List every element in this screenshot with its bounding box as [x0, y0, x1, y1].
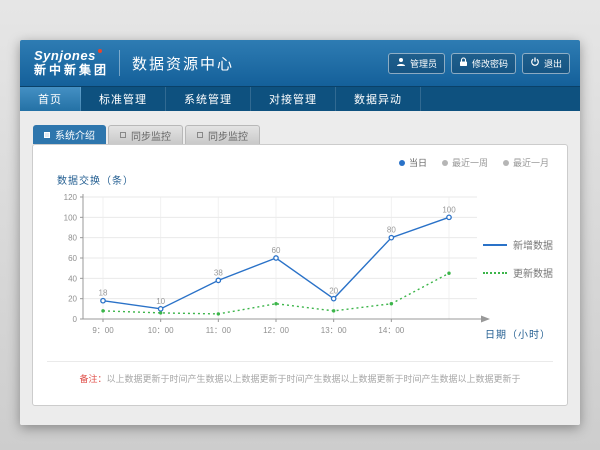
- tab-label: 同步监控: [208, 128, 248, 143]
- svg-text:80: 80: [387, 226, 396, 235]
- svg-text:14：00: 14：00: [378, 326, 404, 335]
- nav-item-system[interactable]: 系统管理: [166, 87, 251, 111]
- admin-button-label: 管理员: [410, 57, 437, 70]
- tab-system-intro[interactable]: 系统介绍: [33, 125, 106, 144]
- filter-dot-icon: [503, 160, 509, 166]
- app-window: Synjones 新中新集团 数据资源中心 管理员 修改密码 退出 首页 标准管…: [20, 40, 580, 425]
- series-label: 新增数据: [513, 237, 553, 252]
- footnote: 备注：以上数据更新于时间产生数据以上数据更新于时间产生数据以上数据更新于时间产生…: [51, 372, 549, 385]
- power-icon: [530, 57, 540, 69]
- tab-sync-monitor-1[interactable]: 同步监控: [108, 125, 183, 144]
- svg-text:60: 60: [68, 254, 77, 263]
- tab-bar: 系统介绍 同步监控 同步监控: [33, 125, 260, 144]
- tab-label: 同步监控: [131, 128, 171, 143]
- svg-text:18: 18: [99, 289, 108, 298]
- svg-text:100: 100: [442, 205, 456, 214]
- tab-icon: [120, 132, 126, 138]
- logout-button-label: 退出: [544, 57, 562, 70]
- nav-item-home[interactable]: 首页: [20, 87, 81, 111]
- tab-icon: [197, 132, 203, 138]
- user-icon: [396, 57, 406, 69]
- footnote-text: 以上数据更新于时间产生数据以上数据更新于时间产生数据以上数据更新于时间产生数据以…: [107, 374, 521, 384]
- nav-item-standards[interactable]: 标准管理: [81, 87, 166, 111]
- svg-text:0: 0: [73, 315, 78, 324]
- filter-label: 当日: [409, 156, 427, 169]
- company-name: 新中新集团: [34, 64, 109, 78]
- svg-text:9：00: 9：00: [92, 326, 114, 335]
- main-nav: 首页 标准管理 系统管理 对接管理 数据异动: [20, 86, 580, 111]
- lock-icon: [459, 57, 468, 69]
- series-label: 更新数据: [513, 265, 553, 280]
- chart-panel: 当日 最近一周 最近一月 数据交换（条） 0 20 40 60 80 100 120 9：00…: [32, 144, 568, 406]
- nav-item-integration[interactable]: 对接管理: [251, 87, 336, 111]
- dotted-line-icon: [483, 272, 507, 274]
- change-password-button-label: 修改密码: [472, 57, 508, 70]
- x-axis-title: 日期（小时）: [485, 326, 551, 341]
- change-password-button[interactable]: 修改密码: [451, 53, 516, 74]
- svg-text:60: 60: [272, 246, 281, 255]
- svg-text:40: 40: [68, 274, 77, 283]
- svg-text:80: 80: [68, 234, 77, 243]
- app-header: Synjones 新中新集团 数据资源中心 管理员 修改密码 退出: [20, 40, 580, 86]
- svg-text:12：00: 12：00: [263, 326, 289, 335]
- solid-line-icon: [483, 244, 507, 246]
- svg-text:10: 10: [156, 297, 165, 306]
- tab-label: 系统介绍: [55, 127, 95, 142]
- tab-sync-monitor-2[interactable]: 同步监控: [185, 125, 260, 144]
- nav-item-data-change[interactable]: 数据异动: [336, 87, 421, 111]
- legend-filter-today[interactable]: 当日: [399, 156, 427, 169]
- content-area: 系统介绍 同步监控 同步监控 当日 最近一周: [20, 111, 580, 425]
- svg-text:20: 20: [68, 295, 77, 304]
- filter-dot-icon: [442, 160, 448, 166]
- svg-text:13：00: 13：00: [321, 326, 347, 335]
- filter-dot-icon: [399, 160, 405, 166]
- svg-text:38: 38: [214, 268, 223, 277]
- user-actions: 管理员 修改密码 退出: [388, 53, 570, 74]
- svg-text:11：00: 11：00: [206, 326, 232, 335]
- header-divider: [119, 50, 120, 76]
- series-item-update[interactable]: 更新数据: [483, 265, 553, 280]
- brand-logo: Synjones 新中新集团: [34, 49, 109, 78]
- legend-filters: 当日 最近一周 最近一月: [399, 156, 549, 169]
- svg-text:10：00: 10：00: [148, 326, 174, 335]
- y-axis-title: 数据交换（条）: [57, 172, 134, 187]
- filter-label: 最近一周: [452, 156, 488, 169]
- svg-text:100: 100: [64, 213, 78, 222]
- svg-text:120: 120: [64, 193, 78, 202]
- brand-name: Synjones: [34, 49, 109, 64]
- line-chart: 0 20 40 60 80 100 120 9：00 10：00 11：00 12：00 13：00 1…: [43, 189, 495, 349]
- logout-button[interactable]: 退出: [522, 53, 570, 74]
- legend-filter-month[interactable]: 最近一月: [503, 156, 549, 169]
- series-item-new[interactable]: 新增数据: [483, 237, 553, 252]
- note-divider: [47, 361, 553, 362]
- tab-icon: [44, 132, 50, 138]
- footnote-prefix: 备注：: [79, 374, 106, 384]
- svg-text:20: 20: [329, 287, 338, 296]
- admin-button[interactable]: 管理员: [388, 53, 445, 74]
- series-legend: 新增数据 更新数据: [483, 237, 553, 280]
- legend-filter-week[interactable]: 最近一周: [442, 156, 488, 169]
- filter-label: 最近一月: [513, 156, 549, 169]
- app-title: 数据资源中心: [132, 53, 234, 74]
